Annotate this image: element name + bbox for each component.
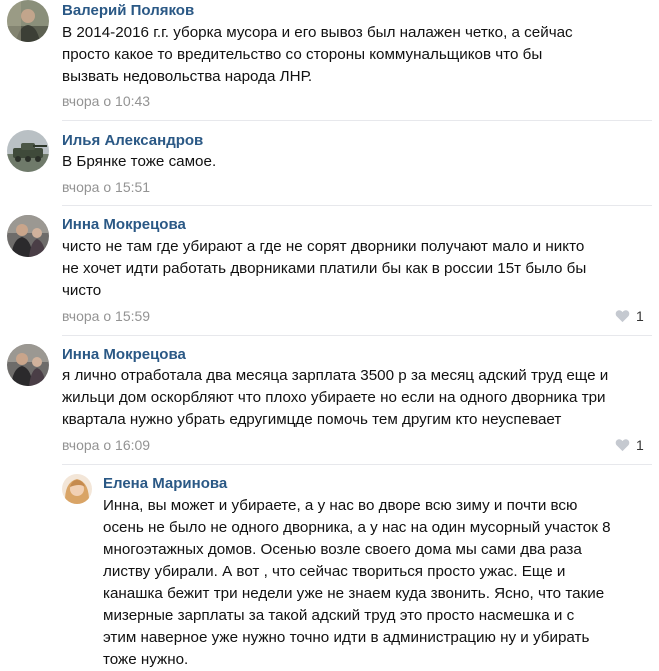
- like-count: 1: [636, 308, 644, 324]
- comment-author[interactable]: Инна Мокрецова: [62, 216, 186, 234]
- comment-divider: [62, 120, 652, 121]
- comment-date[interactable]: вчора о 16:09: [62, 436, 150, 454]
- comment-text-line: квартала нужно убрать едругимцде помочь …: [62, 411, 562, 428]
- comment-text-line: я лично отработала два месяца зарплата 3…: [62, 367, 609, 384]
- comment-divider: [62, 205, 652, 206]
- like-button[interactable]: 1: [615, 307, 644, 325]
- comment-text-line: не хочет идти работать дворниками платил…: [62, 260, 587, 277]
- comment-divider: [62, 464, 652, 465]
- comment-text-line: В 2014-2016 г.г. уборка мусора и его выв…: [62, 24, 573, 41]
- comment-author[interactable]: Илья Александров: [62, 132, 203, 150]
- comment-text: Инна, вы может и убираете, а у нас во дв…: [103, 495, 611, 671]
- comment-text: В 2014-2016 г.г. уборка мусора и его выв…: [62, 22, 573, 88]
- avatar[interactable]: [7, 130, 49, 172]
- comment-text-line: вызвать недовольства народа ЛНР.: [62, 68, 313, 85]
- comment-text-line: чисто: [62, 282, 102, 299]
- avatar[interactable]: [7, 215, 49, 257]
- comment-author[interactable]: Елена Маринова: [103, 475, 227, 493]
- comment-author[interactable]: Валерий Поляков: [62, 2, 194, 20]
- avatar[interactable]: [7, 0, 49, 42]
- comment-text-line: осень не было не одного дворника, а у на…: [103, 519, 611, 536]
- comment-text: я лично отработала два месяца зарплата 3…: [62, 365, 608, 431]
- heart-icon: [615, 310, 630, 323]
- comment-text-line: тоже нужно.: [103, 651, 189, 668]
- comment-text: В Брянке тоже самое.: [62, 151, 216, 173]
- comment-text-line: канашка бежит три недели уже не знаем ку…: [103, 585, 605, 602]
- comment-date[interactable]: вчора о 15:59: [62, 307, 150, 325]
- comment-date[interactable]: вчора о 15:51: [62, 178, 150, 196]
- comment-text-line: просто какое то вредительство со стороны…: [62, 46, 543, 63]
- comment-text-line: чисто не там где убирают а где не сорят …: [62, 238, 585, 255]
- comment-text-line: В Брянке тоже самое.: [62, 153, 217, 170]
- like-count: 1: [636, 437, 644, 453]
- comment-text-line: многоэтажных домов. Осенью возле своего …: [103, 541, 582, 558]
- comment-author[interactable]: Инна Мокрецова: [62, 346, 186, 364]
- comment-text-line: Инна, вы может и убираете, а у нас во дв…: [103, 497, 578, 514]
- comment-date[interactable]: вчора о 10:43: [62, 92, 150, 110]
- heart-icon: [615, 439, 630, 452]
- comment-text-line: листву убирали. А вот , что сейчас твори…: [103, 563, 566, 580]
- comment-text: чисто не там где убирают а где не сорят …: [62, 236, 586, 302]
- avatar[interactable]: [62, 474, 92, 504]
- comment-text-line: жильци дом оскорбляют что плохо убираете…: [62, 389, 606, 406]
- comment-text-line: мизерные зарплаты за такой адский труд э…: [103, 607, 575, 624]
- like-button[interactable]: 1: [615, 436, 644, 454]
- comment-text-line: этим наверное уже нужно точно идти в адм…: [103, 629, 590, 646]
- avatar[interactable]: [7, 344, 49, 386]
- comment-divider: [62, 335, 652, 336]
